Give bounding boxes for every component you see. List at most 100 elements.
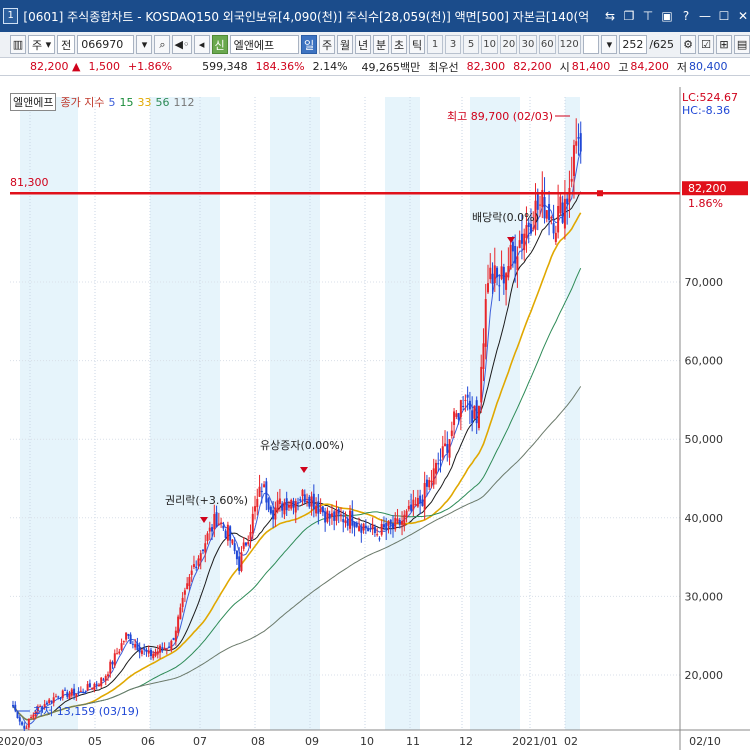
candle-body (425, 479, 428, 487)
candle-body (165, 648, 168, 650)
candle-body (566, 198, 569, 205)
interval-30[interactable]: 30 (519, 35, 537, 54)
legend-ma-15: 15 (119, 95, 134, 109)
search-icon[interactable]: ⌕ (154, 35, 171, 54)
candle-body (321, 506, 324, 513)
candle-body (382, 524, 385, 528)
high-price: 84,200 (630, 60, 669, 73)
candle-body (448, 439, 451, 458)
candle-body (235, 550, 238, 560)
candle-body (183, 590, 186, 595)
period-minute[interactable]: 분 (373, 35, 390, 54)
candle-body (303, 494, 306, 503)
market-select[interactable]: 전 (57, 35, 76, 54)
candle-body (297, 502, 299, 504)
candle-body (79, 690, 82, 692)
candle-body (138, 647, 141, 653)
minimize-icon[interactable]: — (698, 9, 712, 23)
code-dropdown-icon[interactable]: ▾ (136, 35, 153, 54)
candle-body (190, 570, 193, 575)
candle-body (509, 244, 512, 270)
count-input[interactable]: 252 (619, 35, 648, 54)
interval-120[interactable]: 120 (557, 35, 581, 54)
candle-body (405, 510, 408, 518)
close-icon[interactable]: ✕ (736, 9, 750, 23)
candle-body (143, 648, 146, 650)
period-year[interactable]: 년 (355, 35, 372, 54)
candle-body (539, 204, 542, 206)
restore-icon[interactable]: ❐ (622, 9, 636, 23)
candle-body (113, 653, 116, 666)
candle-body (125, 632, 128, 640)
candle-body (272, 510, 275, 520)
interval-10[interactable]: 10 (481, 35, 499, 54)
period-tick[interactable]: 틱 (409, 35, 426, 54)
candle-body (299, 499, 302, 501)
candle-body (335, 509, 338, 521)
x-tick-label: 12 (459, 735, 473, 748)
interval-3[interactable]: 3 (445, 35, 462, 54)
interval-60[interactable]: 60 (538, 35, 556, 54)
candle-body (392, 523, 394, 528)
candle-body (213, 514, 216, 530)
candle-body (107, 674, 109, 677)
interval-5[interactable]: 5 (463, 35, 480, 54)
pin-icon[interactable]: ⊤ (641, 9, 655, 23)
candle-body (543, 197, 546, 219)
interval-1[interactable]: 1 (427, 35, 444, 54)
interval-20[interactable]: 20 (500, 35, 518, 54)
sound-icon[interactable]: ◀◦ (172, 35, 192, 54)
candle-body (220, 522, 223, 524)
y-tick-label: 60,000 (685, 355, 724, 368)
candle-body (59, 698, 62, 700)
candle-body (251, 513, 254, 534)
price-chart[interactable]: 20,000 30,000 40,000 50,000 60,000 70,000 2020… (0, 87, 750, 750)
candle-body (330, 513, 333, 517)
candle-body (507, 266, 510, 278)
type-select[interactable]: 주 ▾ (28, 35, 56, 54)
x-tick-label: 09 (305, 735, 319, 748)
paid-in-annotation: 유상증자(0.00%) (260, 439, 344, 452)
count-value: 252 (622, 38, 644, 51)
interval-dropdown-icon[interactable]: ▾ (601, 35, 618, 54)
candle-body (500, 266, 503, 279)
candle-body (64, 689, 67, 691)
candle-body (95, 683, 98, 685)
candle-body (310, 496, 313, 507)
checkbox-icon[interactable]: ☑ (698, 35, 715, 54)
link-icon[interactable]: ⇆ (603, 9, 617, 23)
candle-body (559, 196, 562, 214)
lock-icon[interactable]: ▣ (660, 9, 674, 23)
legend-ma-label: 종가 지수 (60, 96, 105, 109)
interval-input[interactable] (582, 35, 600, 54)
period-second[interactable]: 초 (391, 35, 408, 54)
candle-body (491, 273, 494, 284)
candle-body (30, 717, 33, 719)
chart-menu-icon[interactable]: ▥ (10, 35, 26, 54)
rights-annotation: 권리락(+3.60%) (165, 494, 248, 507)
candle-body (414, 504, 417, 506)
candle-body (97, 684, 100, 687)
help-icon[interactable]: ? (679, 9, 693, 23)
candle-body (353, 521, 356, 528)
code-input[interactable]: 066970 (77, 35, 135, 54)
candle-body (276, 500, 279, 512)
candle-body (159, 645, 162, 653)
step-icon[interactable]: ◂ (193, 35, 210, 54)
settings-icon[interactable]: ▤ (734, 35, 750, 54)
candle-body (489, 267, 492, 280)
indicator-icon[interactable]: ⊞ (716, 35, 733, 54)
period-month[interactable]: 월 (337, 35, 354, 54)
candle-body (493, 265, 496, 284)
candle-body (396, 518, 399, 522)
tool-icon[interactable]: ⚙ (680, 35, 697, 54)
candle-body (520, 233, 523, 244)
candle-body (468, 400, 471, 410)
reference-line-label: 81,300 (10, 176, 49, 189)
candle-body (86, 684, 89, 691)
candle-body (373, 527, 376, 534)
candle-body (459, 400, 462, 418)
period-week[interactable]: 주 (319, 35, 336, 54)
maximize-icon[interactable]: ☐ (717, 9, 731, 23)
period-day[interactable]: 일 (301, 35, 318, 54)
